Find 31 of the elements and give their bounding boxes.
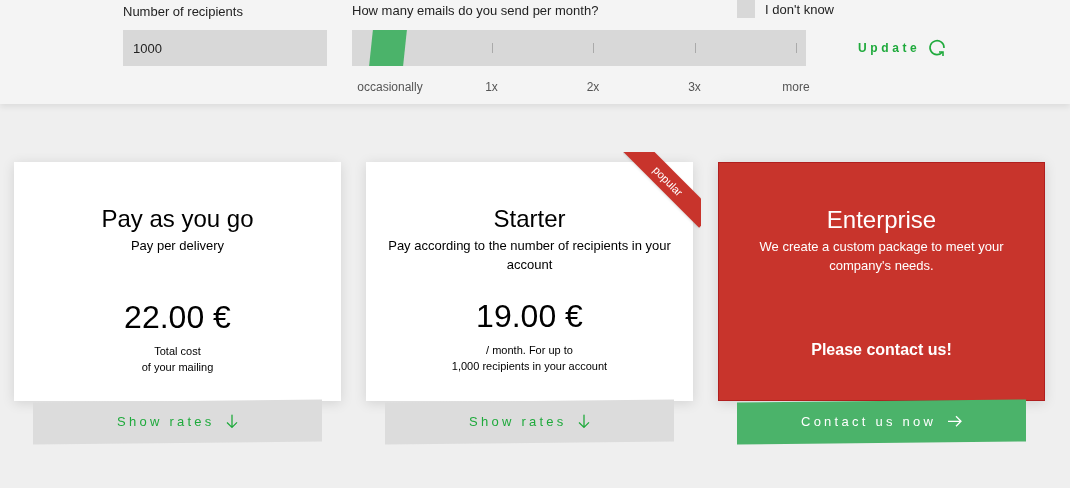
arrow-down-icon [578, 414, 591, 429]
contact-button[interactable]: Contact us now [737, 399, 1026, 445]
plan-title: Pay as you go [101, 204, 254, 234]
show-rates-button[interactable]: Show rates [33, 399, 322, 445]
slider-stop-label: more [782, 79, 810, 96]
arrow-down-icon [226, 414, 239, 429]
plan-price: 19.00 € [476, 298, 583, 334]
refresh-icon [928, 39, 947, 57]
slider-thumb[interactable] [369, 30, 408, 66]
plan-title: Starter [493, 204, 566, 234]
arrow-right-icon [948, 415, 963, 428]
checkbox-label: I don't know [765, 1, 834, 20]
slider-stop-label: 3x [688, 79, 701, 96]
show-rates-button[interactable]: Show rates [385, 399, 674, 445]
slider-stop-label: 1x [485, 79, 498, 96]
plan-description: We create a custom package to meet your company's needs. [758, 238, 1005, 275]
field-label: How many emails do you send per month? [352, 2, 599, 21]
slider-stop-label: 2x [586, 79, 600, 96]
price-note: / month. For up to 1,000 recipients in your account [451, 343, 608, 374]
unknown-checkbox[interactable] [737, 0, 756, 18]
contact-prompt: Please contact us! [811, 340, 952, 360]
update-button[interactable]: Update [858, 38, 947, 58]
price-note: Total cost of your mailing [141, 344, 214, 375]
field-label: Number of recipients [123, 4, 244, 20]
frequency-slider[interactable] [352, 30, 806, 66]
plan-title: Enterprise [826, 205, 937, 235]
plan-description: Pay per delivery [130, 237, 225, 255]
plan-price: 22.00 € [124, 299, 231, 335]
recipients-field[interactable]: 1000 [123, 30, 327, 66]
plan-description: Pay according to the number of recipients in your account [387, 237, 672, 274]
slider-stop-label: occasionally [357, 79, 423, 96]
